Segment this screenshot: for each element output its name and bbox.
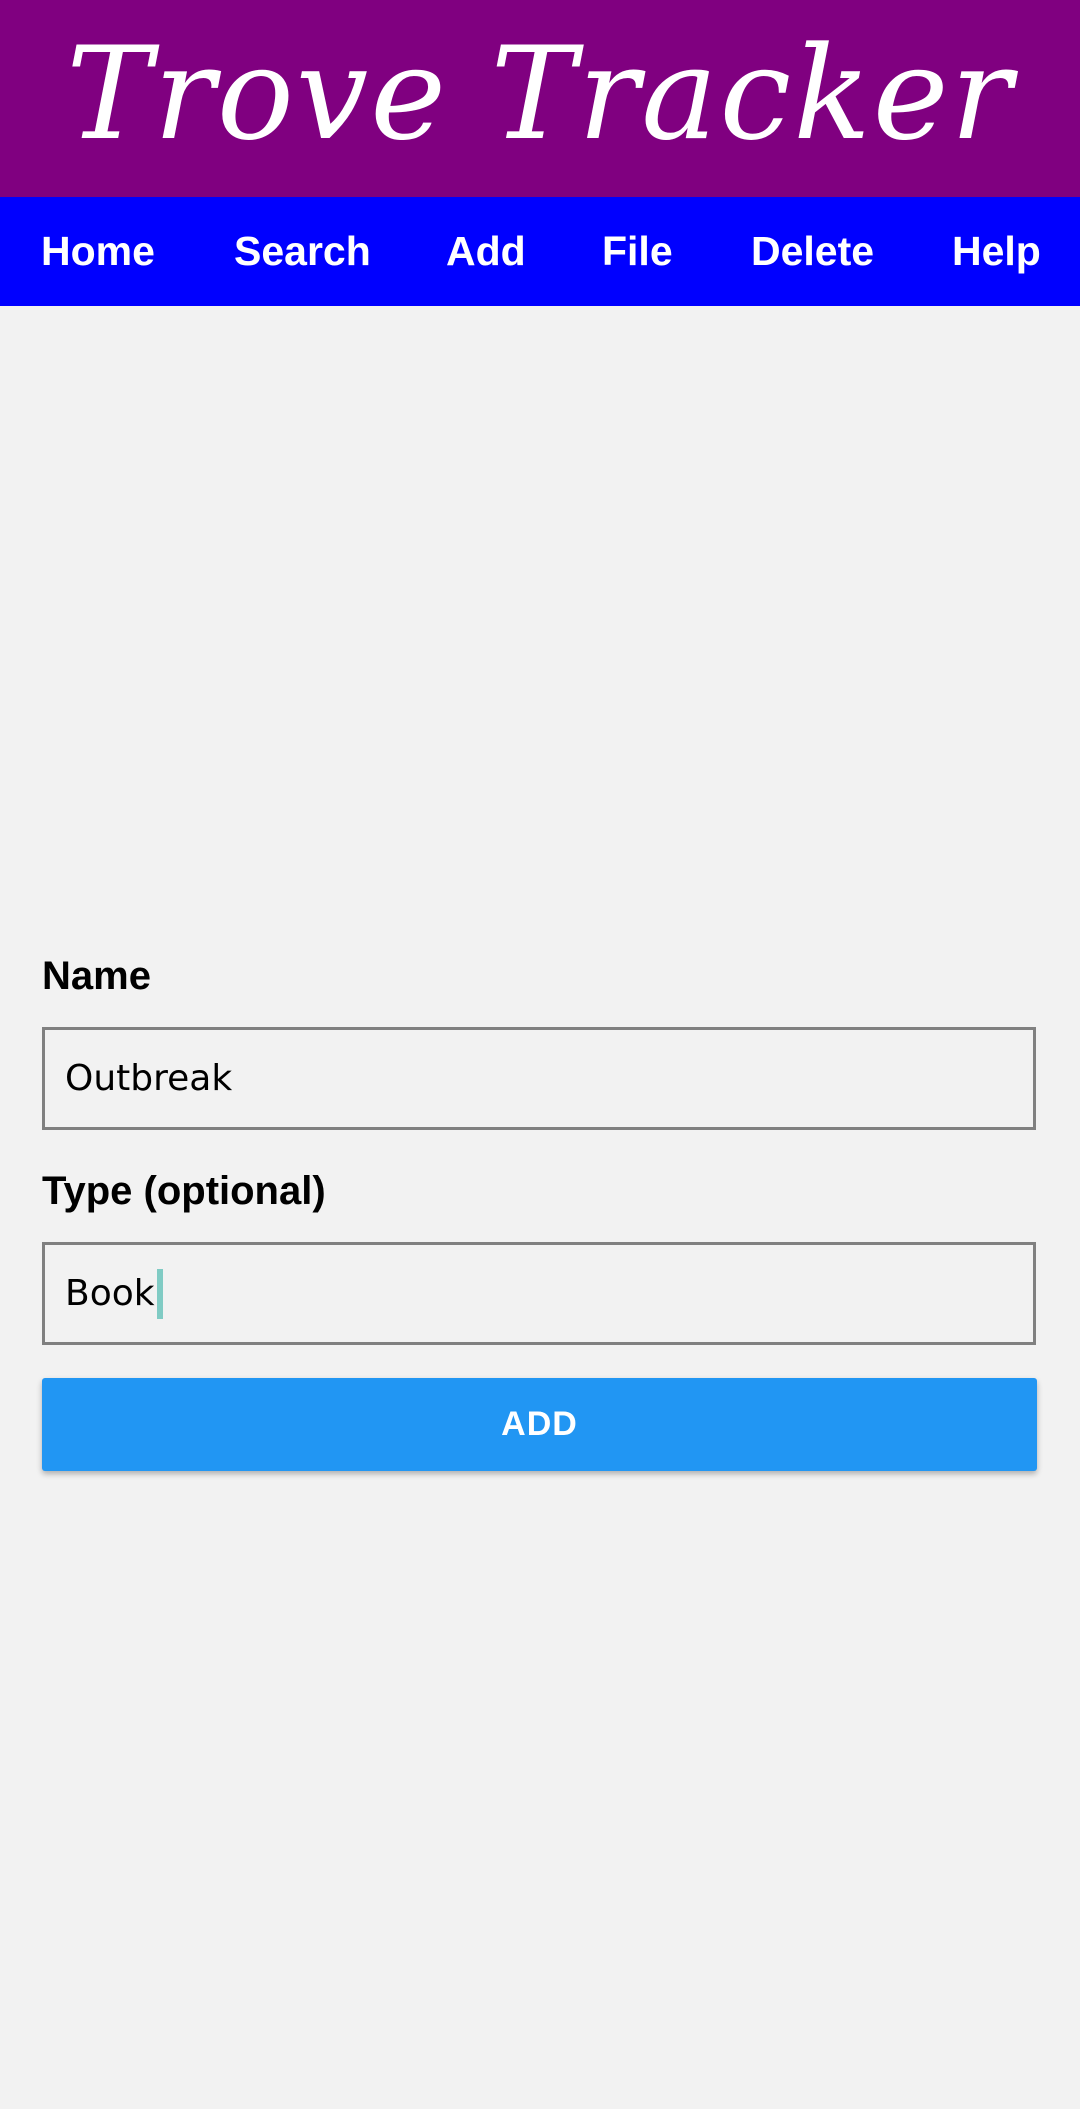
nav-item-file[interactable]: File — [602, 197, 673, 306]
nav-item-search[interactable]: Search — [234, 197, 371, 306]
nav-bar: Home Search Add File Delete Help — [0, 197, 1080, 306]
nav-item-delete[interactable]: Delete — [751, 197, 874, 306]
name-input-value: Outbreak — [65, 1058, 233, 1099]
nav-item-home[interactable]: Home — [41, 197, 155, 306]
name-input[interactable]: Outbreak — [42, 1027, 1036, 1130]
type-input-value: Book — [65, 1273, 155, 1314]
title-bar: Trove Tracker — [0, 0, 1080, 197]
type-input[interactable]: Book — [42, 1242, 1036, 1345]
name-label: Name — [42, 954, 151, 998]
type-label: Type (optional) — [42, 1169, 326, 1213]
nav-item-help[interactable]: Help — [952, 197, 1041, 306]
nav-item-add[interactable]: Add — [446, 197, 526, 306]
app-title: Trove Tracker — [66, 19, 1014, 169]
text-cursor — [156, 1268, 163, 1319]
add-button[interactable]: ADD — [42, 1378, 1037, 1471]
